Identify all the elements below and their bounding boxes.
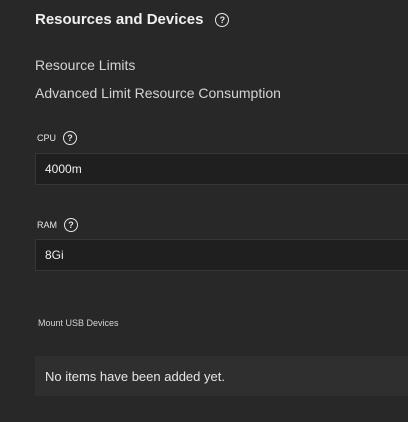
cpu-help-icon[interactable]: ? <box>63 131 78 145</box>
ram-label: RAM <box>37 220 57 230</box>
cpu-label: CPU <box>37 133 57 143</box>
advanced-limit-heading: Advanced Limit Resource Consumption <box>35 85 281 101</box>
usb-devices-list: No items have been added yet. <box>35 356 408 396</box>
section-header: Resources and Devices ? <box>35 11 230 28</box>
ram-input[interactable]: 8Gi <box>35 239 408 271</box>
resource-limits-heading: Resource Limits <box>35 57 136 73</box>
ram-help-icon[interactable]: ? <box>64 218 78 232</box>
usb-devices-label: Mount USB Devices <box>38 318 119 328</box>
section-title: Resources and Devices <box>35 11 204 28</box>
empty-list-message: No items have been added yet. <box>45 368 225 384</box>
cpu-label-row: CPU ? <box>37 131 78 145</box>
ram-input-value: 8Gi <box>45 248 64 262</box>
section-help-icon[interactable]: ? <box>215 12 230 27</box>
cpu-input-value: 4000m <box>45 162 82 176</box>
cpu-input[interactable]: 4000m <box>35 153 408 185</box>
resources-and-devices-panel: Resources and Devices ? Resource Limits … <box>0 0 408 422</box>
ram-label-row: RAM ? <box>37 218 78 232</box>
